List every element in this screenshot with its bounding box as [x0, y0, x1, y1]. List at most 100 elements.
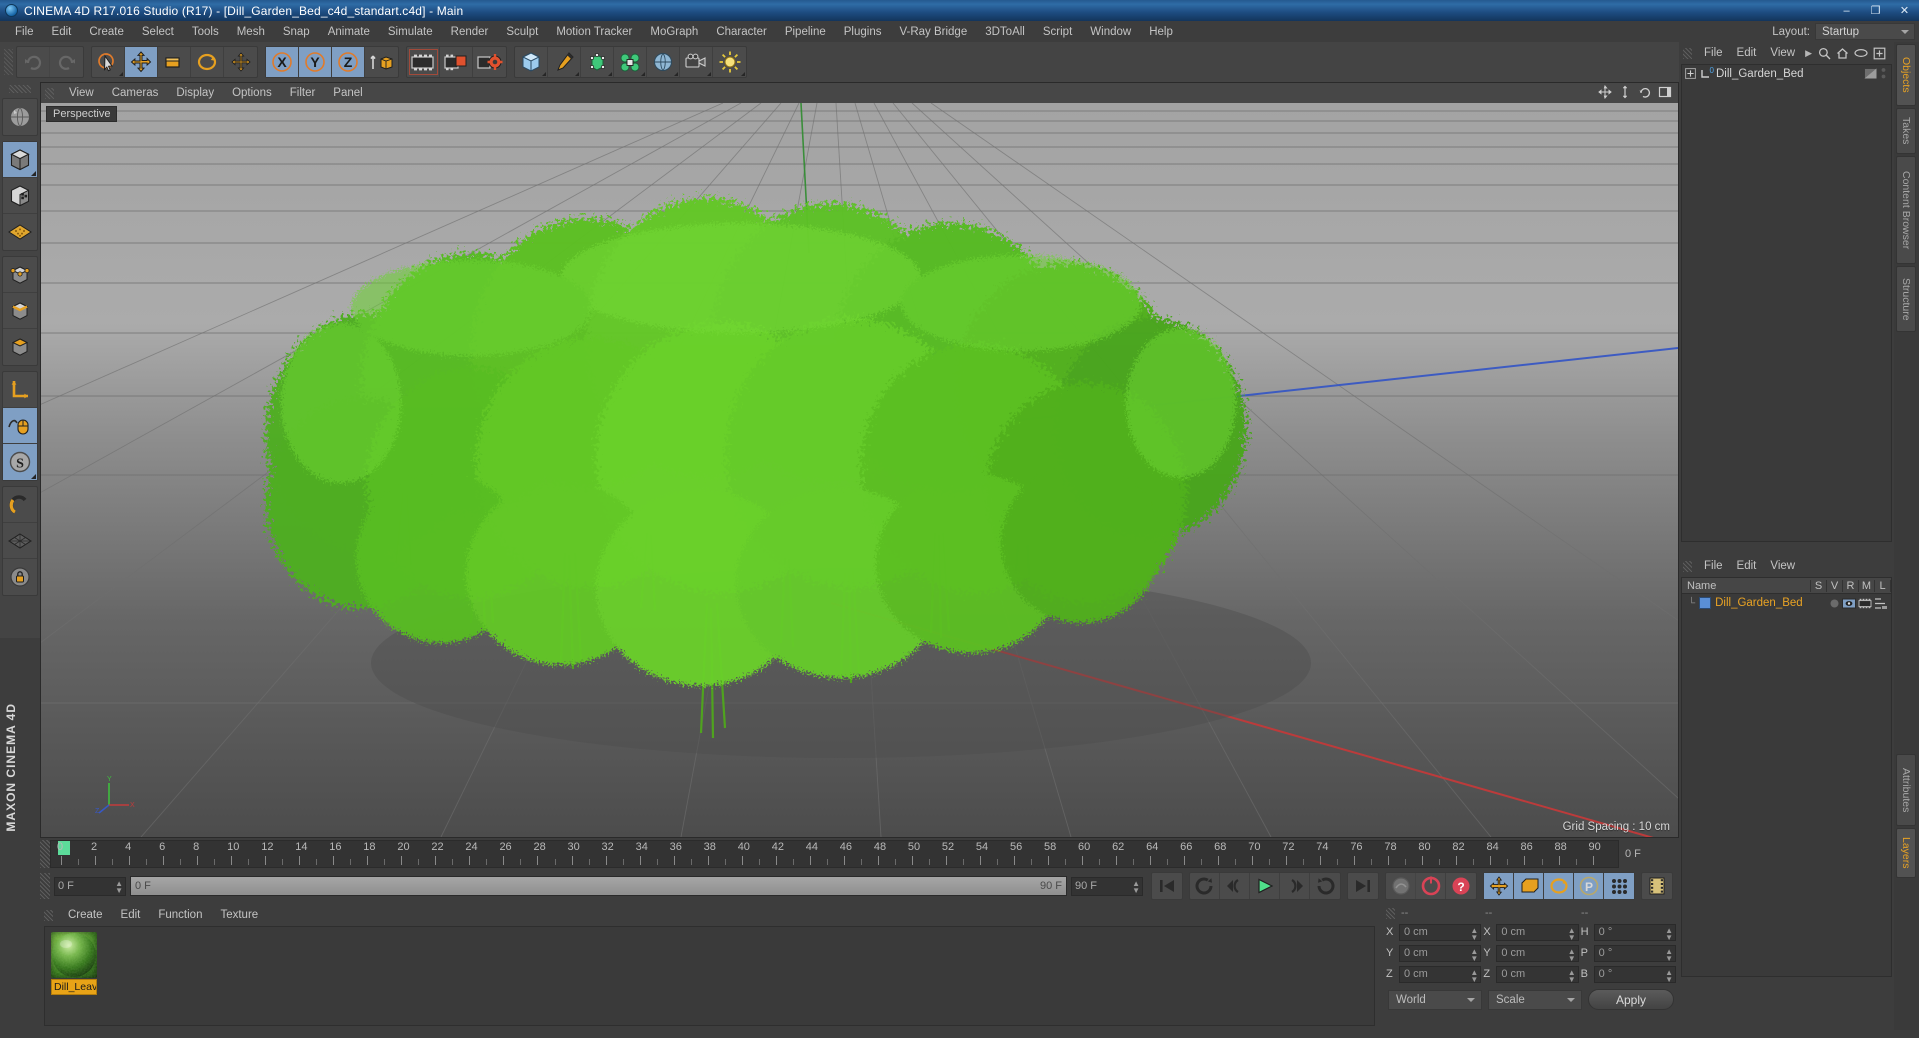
spinner-icon[interactable]: ▲ ▼ [1470, 947, 1478, 962]
viewport-menu-options[interactable]: Options [223, 86, 281, 100]
array-deformer-icon[interactable] [614, 47, 647, 77]
material-item[interactable]: Dill_Leav [51, 932, 97, 995]
spinner-icon[interactable]: ▲ ▼ [1568, 947, 1576, 962]
viewport-solo-icon[interactable] [3, 178, 37, 214]
coord-field-pos-y[interactable]: 0 cm ▲ ▼ [1399, 944, 1482, 962]
menu-item-sculpt[interactable]: Sculpt [497, 24, 547, 40]
coordinate-system-dropdown[interactable]: World [1388, 989, 1482, 1010]
spinner-icon[interactable]: ▲ ▼ [115, 879, 123, 894]
world-object-axis-icon[interactable] [365, 47, 398, 77]
autokey-icon[interactable] [1386, 873, 1416, 899]
left-toolbar-drag-handle[interactable] [9, 85, 31, 93]
tab-attributes[interactable]: Attributes [1896, 754, 1916, 826]
undo-icon[interactable] [17, 47, 50, 77]
layer-visibility-toggle[interactable] [1842, 598, 1856, 609]
enable-axis-icon[interactable] [3, 408, 37, 444]
menu-item-vray-bridge[interactable]: V-Ray Bridge [890, 24, 976, 40]
texture-axis-icon[interactable] [3, 214, 37, 250]
current-frame-field[interactable]: 0 F ▲ ▼ [54, 876, 126, 896]
menu-item-create[interactable]: Create [80, 24, 133, 40]
timeline-ruler[interactable]: 0 2 4 6 8 10 12 14 16 18 20 22 24 26 28 30 32 34 36 38 40 42 4… [50, 840, 1619, 868]
material-list[interactable]: Dill_Leav [44, 926, 1375, 1026]
spinner-icon[interactable]: ▲ ▼ [1568, 968, 1576, 983]
minimize-button[interactable]: – [1832, 0, 1861, 21]
object-tree[interactable]: 0 Dill_Garden_Bed [1681, 64, 1892, 542]
tab-objects[interactable]: Objects [1896, 44, 1916, 106]
edge-mode-icon[interactable] [3, 293, 37, 329]
menu-item-script[interactable]: Script [1034, 24, 1081, 40]
coord-field-size-y[interactable]: 0 cm ▲ ▼ [1496, 944, 1579, 962]
transport-drag-handle[interactable] [40, 873, 50, 899]
timeline-filmstrip-icon[interactable] [1642, 873, 1672, 899]
time-scrubber[interactable]: 0 F 90 F [130, 876, 1067, 896]
polygon-mode-icon[interactable] [3, 329, 37, 365]
fit-icon[interactable] [1873, 47, 1886, 60]
menu-item-render[interactable]: Render [442, 24, 498, 40]
coord-field-size-z[interactable]: 0 cm ▲ ▼ [1496, 965, 1579, 983]
spinner-icon[interactable]: ▲ ▼ [1132, 879, 1140, 894]
preview-end-field[interactable]: 90 F ▲ ▼ [1071, 876, 1143, 896]
viewport-menu-panel[interactable]: Panel [324, 86, 371, 100]
tab-layers[interactable]: Layers [1896, 828, 1916, 878]
material-menu-edit[interactable]: Edit [112, 908, 150, 922]
cube-primitive-icon[interactable] [515, 47, 548, 77]
coord-field-rot-h[interactable]: 0 ° ▲ ▼ [1593, 923, 1676, 941]
move-alt-icon[interactable] [224, 47, 257, 77]
layer-solo-toggle[interactable] [1829, 598, 1840, 609]
material-menu-texture[interactable]: Texture [211, 908, 267, 922]
key-rotation-icon[interactable] [1544, 873, 1574, 899]
menu-item-motion-tracker[interactable]: Motion Tracker [547, 24, 641, 40]
redo-icon[interactable] [50, 47, 83, 77]
menu-item-file[interactable]: File [6, 24, 43, 40]
spinner-icon[interactable]: ▲ ▼ [1568, 926, 1576, 941]
coord-field-rot-b[interactable]: 0 ° ▲ ▼ [1593, 965, 1676, 983]
viewport-menu-filter[interactable]: Filter [281, 86, 325, 100]
viewport-menu-display[interactable]: Display [167, 86, 223, 100]
magnet-icon[interactable] [3, 487, 37, 523]
record-keyframe-icon[interactable] [1416, 873, 1446, 899]
menu-item-select[interactable]: Select [133, 24, 183, 40]
menu-item-edit[interactable]: Edit [43, 24, 81, 40]
layout-dropdown[interactable]: Startup [1815, 23, 1915, 40]
menu-item-plugins[interactable]: Plugins [835, 24, 891, 40]
spinner-icon[interactable]: ▲ ▼ [1470, 926, 1478, 941]
coordinate-mode-dropdown[interactable]: Scale [1488, 989, 1582, 1010]
menu-item-3dtoall[interactable]: 3DToAll [976, 24, 1034, 40]
material-menu-create[interactable]: Create [59, 908, 112, 922]
key-pla-icon[interactable] [1604, 873, 1634, 899]
viewport-menu-view[interactable]: View [60, 86, 103, 100]
play-reverse-icon[interactable] [1190, 873, 1220, 899]
menu-item-window[interactable]: Window [1081, 24, 1140, 40]
tab-structure[interactable]: Structure [1896, 266, 1916, 332]
maximize-view-icon[interactable] [1658, 85, 1672, 99]
render-region-icon[interactable] [440, 47, 473, 77]
coord-field-rot-p[interactable]: 0 ° ▲ ▼ [1593, 944, 1676, 962]
menu-item-snap[interactable]: Snap [274, 24, 319, 40]
lock-workplane-icon[interactable] [3, 559, 37, 595]
workplane-icon[interactable] [3, 523, 37, 559]
menu-item-mesh[interactable]: Mesh [228, 24, 274, 40]
scene-environment-icon[interactable] [647, 47, 680, 77]
toolbar-drag-handle[interactable] [4, 49, 13, 75]
timeline-drag-handle[interactable] [40, 840, 50, 868]
coord-field-pos-z[interactable]: 0 cm ▲ ▼ [1399, 965, 1482, 983]
expand-toggle-icon[interactable] [1685, 68, 1696, 79]
zoom-view-icon[interactable] [1618, 85, 1632, 99]
z-axis-icon[interactable]: Z [332, 47, 365, 77]
maximize-button[interactable]: ❐ [1861, 0, 1890, 21]
spinner-icon[interactable]: ▲ ▼ [1665, 968, 1673, 983]
viewport-3d-scene[interactable]: Perspective Grid Spacing: 10 cm Y X Z [41, 103, 1678, 837]
render-settings-icon[interactable] [473, 47, 506, 77]
light-icon[interactable] [713, 47, 746, 77]
coord-field-size-x[interactable]: 0 cm ▲ ▼ [1496, 923, 1579, 941]
search-icon[interactable] [1818, 47, 1831, 60]
menu-item-help[interactable]: Help [1140, 24, 1182, 40]
object-manager-drag-handle[interactable] [1683, 47, 1692, 59]
undo-view-icon[interactable] [3, 99, 37, 135]
layer-table[interactable]: Name S V R M L └ Dill_Garden_Bed [1681, 577, 1892, 977]
key-param-icon[interactable]: P [1574, 873, 1604, 899]
object-name[interactable]: Dill_Garden_Bed [1716, 68, 1804, 80]
chevron-right-icon[interactable]: ▶ [1805, 48, 1812, 59]
step-back-icon[interactable] [1220, 873, 1250, 899]
layer-menu-view[interactable]: View [1763, 559, 1802, 573]
